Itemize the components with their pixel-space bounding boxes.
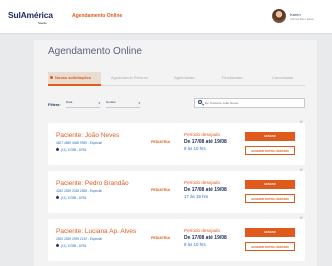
phone-icon [55,195,60,200]
specialty: PEDIATRIA [151,188,171,192]
sulamerica-logo[interactable]: SulAmérica Saúde [8,10,56,26]
period-label: Período desejado [184,228,221,233]
chevron-down-icon: ▾ [98,101,100,105]
app-title[interactable]: Agendamento Online [72,13,122,19]
logo-subtext: Saúde [38,21,47,25]
send-button[interactable]: ENVIAR [245,180,295,189]
search-input[interactable] [205,100,303,106]
request-card: × Paciente: João Neves 4827 4589 3468 99… [48,120,305,165]
avatar[interactable] [272,9,286,23]
phone-row: (11) 12398 - 8798 [55,195,87,200]
patient-id: 4827 4589 3468 9959 - Especial [56,141,102,145]
search-field[interactable] [194,98,305,108]
period-range: De 17/08 até 19/08 [184,139,227,145]
suggest-time-button[interactable]: SUGERIR OUTRO HORÁRIO [245,194,295,203]
phone-row: (11) 12398 - 8798 [55,243,87,248]
page-title: Agendamento Online [48,46,142,57]
logo-text: SulAmérica [8,10,53,20]
phone-row: (11) 12398 - 8798 [55,147,87,152]
phone-number: (11) 12398 - 8798 [61,148,87,152]
tab-agendadas[interactable]: Agendadas [174,75,194,80]
patient-name: Paciente: Pedro Brandão [56,180,129,187]
main-panel: Agendamento Online Novas solicitações Ag… [34,40,317,266]
chevron-down-icon: ▾ [138,101,140,105]
patient-name: Paciente: Luciana Ap. Alves [56,228,137,235]
close-icon[interactable]: × [299,168,303,174]
tab-novas-solicitacoes[interactable]: Novas solicitações [48,72,101,86]
filter-bar: Filtrar: Data ▾ Horário ▾ [48,98,305,110]
specialty: PEDIATRIA [151,236,171,240]
patient-name: Paciente: João Neves [56,132,120,139]
filter-label: Filtrar: [48,102,61,107]
time-select[interactable]: Horário ▾ [106,100,140,108]
period-time: 8 às 10 hrs [184,242,206,247]
date-select[interactable]: Data ▾ [66,100,100,108]
patient-id: 4282 2839 2038 2838 - Especial [56,189,102,193]
request-card: × Paciente: Pedro Brandão 4282 2839 2038… [48,168,305,213]
tab-label: Novas solicitações [55,75,92,80]
tab-bar: Novas solicitações Aguardando Retorno Ag… [48,72,305,86]
close-icon[interactable]: × [299,216,303,222]
date-select-value: Data [66,100,73,104]
tab-aguardando-retorno[interactable]: Aguardando Retorno [111,75,148,80]
tab-canceladas[interactable]: Canceladas [272,75,293,80]
period-label: Período desejado [184,180,221,185]
tab-finalizadas[interactable]: Finalizadas [222,75,242,80]
send-button[interactable]: ENVIAR [245,132,295,141]
search-icon [198,100,202,104]
period-time: 8 às 10 hrs [184,146,206,151]
request-card: × Paciente: Luciana Ap. Alves 2820 2839 … [48,216,305,261]
phone-number: (11) 12398 - 8798 [61,196,87,200]
phone-number: (11) 12398 - 8798 [61,244,87,248]
page-margin [317,34,332,266]
phone-icon [55,243,60,248]
send-button[interactable]: ENVIAR [245,228,295,237]
specialty: PEDIATRIA [151,140,171,144]
period-range: De 17/08 até 19/08 [184,187,227,193]
period-time: 17 às 19 hrs [184,194,209,199]
patient-id: 2820 2839 2939 2192 - Especial [56,237,102,241]
user-clinic: Clinica Bem Estar [290,17,314,21]
close-icon[interactable]: × [299,120,303,126]
alert-dot-icon [50,76,53,79]
top-bar: SulAmérica Saúde Agendamento Online Kare… [0,0,332,34]
period-label: Período desejado [184,132,221,137]
period-range: De 17/08 até 19/08 [184,235,227,241]
time-select-value: Horário [106,100,116,104]
phone-icon [55,147,60,152]
suggest-time-button[interactable]: SUGERIR OUTRO HORÁRIO [245,242,295,251]
suggest-time-button[interactable]: SUGERIR OUTRO HORÁRIO [245,146,295,155]
